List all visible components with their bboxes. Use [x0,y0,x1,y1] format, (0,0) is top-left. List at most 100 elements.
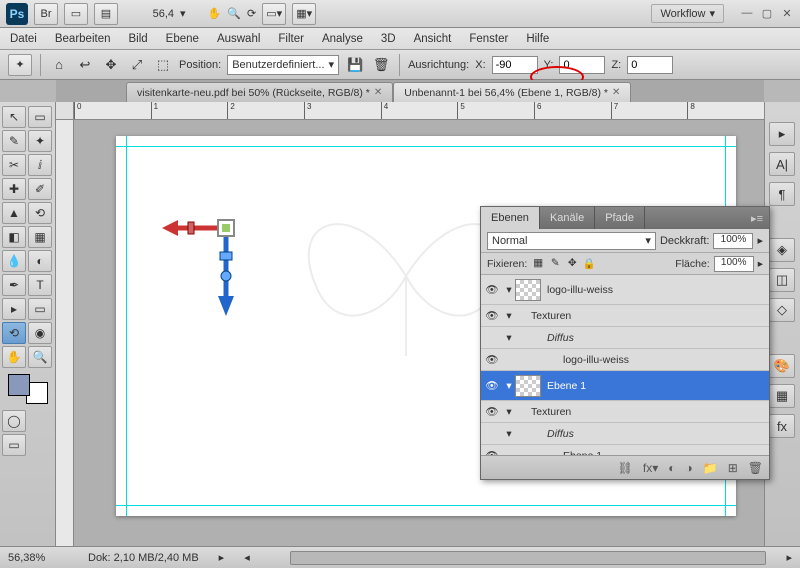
screen-mode-toggle[interactable]: ▭ [2,434,26,456]
delete-icon[interactable]: 🗑 [371,55,391,75]
close-button[interactable]: ✕ [780,7,794,20]
fill-input[interactable]: 100% [714,256,754,272]
move-tool[interactable]: ↖ [2,106,26,128]
disclosure-triangle[interactable]: ▾ [503,332,515,344]
layer-row[interactable]: ▾Diffus [481,423,769,445]
dodge-tool[interactable]: ◐ [28,250,52,272]
adjustment-layer-icon[interactable]: ◑ [686,461,693,475]
layer-name[interactable]: logo-illu-weiss [547,284,613,296]
history-brush-tool[interactable]: ⟲ [28,202,52,224]
visibility-toggle[interactable]: 👁 [481,405,503,418]
layer-mask-icon[interactable]: ◐ [668,461,675,475]
hand-tool-icon[interactable]: ✋ [208,7,222,20]
return-icon[interactable]: ↩ [75,55,95,75]
close-tab-icon[interactable]: ✕ [612,87,620,98]
layer-row[interactable]: 👁▾ Texturen [481,305,769,327]
disclosure-triangle[interactable]: ▾ [503,310,515,322]
lock-transparency-icon[interactable]: ▦ [531,257,545,270]
close-tab-icon[interactable]: ✕ [374,87,382,98]
quick-select-tool[interactable]: ✦ [28,130,52,152]
visibility-toggle[interactable]: 👁 [481,309,503,322]
heal-tool[interactable]: ✚ [2,178,26,200]
delete-layer-icon[interactable]: 🗑 [748,461,763,475]
layers-panel[interactable]: Ebenen Kanäle Pfade ▸≡ Normal▾ Deckkraft… [480,206,770,480]
group-layers-icon[interactable]: 📁 [703,461,718,475]
layer-row[interactable]: 👁Ebene 1 [481,445,769,455]
color-panel-icon[interactable]: 🎨 [769,354,795,378]
zoom-tool[interactable]: 🔍 [28,346,52,368]
channels-panel-icon[interactable]: ◫ [769,268,795,292]
pen-tool[interactable]: ✒ [2,274,26,296]
layer-thumbnail[interactable] [515,375,541,397]
horizontal-scrollbar[interactable] [290,551,767,565]
lock-pixels-icon[interactable]: ✎ [548,257,562,270]
cube-icon[interactable]: ⬚ [153,55,173,75]
layer-name[interactable]: Ebene 1 [547,380,586,392]
layer-row[interactable]: 👁▾Ebene 1 [481,371,769,401]
position-dropdown[interactable]: Benutzerdefiniert...▾ [227,55,339,75]
menu-image[interactable]: Bild [128,33,147,45]
gradient-tool[interactable]: ▦ [28,226,52,248]
visibility-toggle[interactable]: 👁 [481,283,503,296]
layer-name[interactable]: Texturen [531,310,571,322]
ruler-horizontal[interactable]: 012345678 [74,102,764,120]
menu-help[interactable]: Hilfe [526,33,549,45]
document-tab[interactable]: Unbenannt-1 bei 56,4% (Ebene 1, RGB/8) *… [393,82,631,102]
disclosure-triangle[interactable]: ▾ [503,406,515,418]
swatches-panel-icon[interactable]: ▦ [769,384,795,408]
bridge-button[interactable]: Br [34,3,58,25]
type-tool[interactable]: T [28,274,52,296]
zoom-tool-icon[interactable]: 🔍 [227,7,241,20]
layer-list[interactable]: 👁▾logo-illu-weiss👁▾Texturen▾Diffus👁logo-… [481,275,769,455]
3d-camera-tool[interactable]: ◉ [28,322,52,344]
tab-channels[interactable]: Kanäle [540,207,595,229]
visibility-toggle[interactable]: 👁 [481,353,503,366]
eyedropper-tool[interactable]: ⅈ [28,154,52,176]
disclosure-triangle[interactable]: ▾ [503,428,515,440]
status-zoom[interactable]: 56,38% [8,552,68,564]
move-icon[interactable]: ✥ [101,55,121,75]
layers-panel-icon[interactable]: ◈ [769,238,795,262]
layer-name[interactable]: logo-illu-weiss [563,354,629,366]
tab-paths[interactable]: Pfade [595,207,645,229]
menu-layer[interactable]: Ebene [166,33,199,45]
menu-edit[interactable]: Bearbeiten [55,33,111,45]
marquee-tool[interactable]: ▭ [28,106,52,128]
zoom-level[interactable]: 56,4 [124,8,174,20]
orientation-y-input[interactable] [559,56,605,74]
home-icon[interactable]: ⌂ [49,55,69,75]
3d-axis-widget[interactable] [160,198,280,328]
scale-icon[interactable]: ⤢ [127,55,147,75]
layer-name[interactable]: Diffus [547,332,574,344]
brush-tool[interactable]: ✐ [28,178,52,200]
tool-preset-icon[interactable]: ✦ [8,54,32,76]
eraser-tool[interactable]: ◧ [2,226,26,248]
save-icon[interactable]: 💾 [345,55,365,75]
new-layer-icon[interactable]: ⊞ [728,461,738,475]
disclosure-triangle[interactable]: ▾ [503,380,515,392]
dock-collapse-icon[interactable]: ▸ [769,122,795,146]
workspace-switcher[interactable]: Workflow▾ [651,4,724,23]
mini-bridge-button[interactable]: ▭ [64,3,88,25]
menu-view[interactable]: Ansicht [414,33,452,45]
disclosure-triangle[interactable]: ▾ [503,284,515,296]
minimize-button[interactable]: — [740,7,754,20]
layer-thumbnail[interactable] [515,279,541,301]
menu-file[interactable]: Datei [10,33,37,45]
lock-position-icon[interactable]: ✥ [565,257,579,270]
blur-tool[interactable]: 💧 [2,250,26,272]
layer-name[interactable]: Texturen [531,406,571,418]
shape-tool[interactable]: ▭ [28,298,52,320]
color-swatches[interactable] [8,374,48,404]
stamp-tool[interactable]: ▲ [2,202,26,224]
quick-mask-button[interactable]: ◯ [2,410,26,432]
menu-window[interactable]: Fenster [469,33,508,45]
screen-mode-button[interactable]: ▭▾ [262,3,286,25]
status-doc-info[interactable]: Dok: 2,10 MB/2,40 MB [88,552,199,564]
styles-panel-icon[interactable]: fx [769,414,795,438]
crop-tool[interactable]: ✂ [2,154,26,176]
3d-rotate-tool[interactable]: ⟲ [2,322,26,344]
character-panel-icon[interactable]: A| [769,152,795,176]
paragraph-panel-icon[interactable]: ¶ [769,182,795,206]
tab-layers[interactable]: Ebenen [481,207,540,229]
